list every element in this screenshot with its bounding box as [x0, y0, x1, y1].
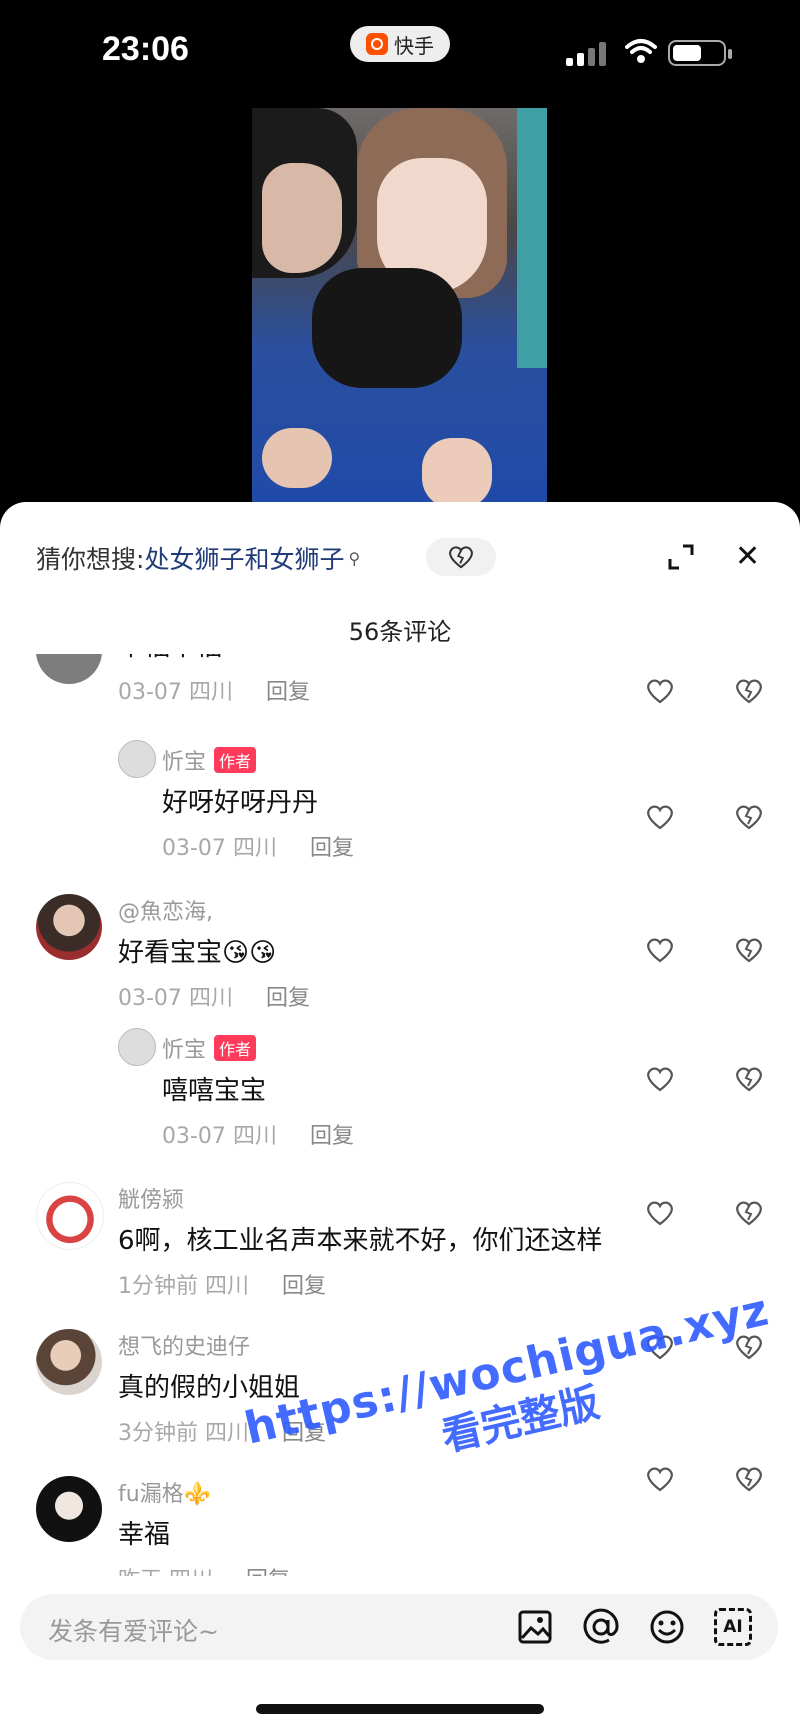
avatar[interactable]: [36, 1182, 104, 1250]
comment-count: 56条评论: [348, 618, 452, 646]
battery-icon: [668, 40, 732, 66]
wifi-icon: [625, 39, 657, 63]
search-prefix: 猜你想搜:: [36, 545, 145, 574]
comment-text: 真的假的小姐姐: [118, 1373, 301, 1403]
dislike-icon[interactable]: [735, 1066, 763, 1092]
comment-meta: 03-07 四川 回复: [118, 674, 310, 706]
search-query[interactable]: 处女狮子和女狮子: [144, 540, 344, 576]
comment-placeholder: 发条有爱评论~: [48, 1617, 219, 1646]
comment-location: 四川: [205, 1421, 250, 1446]
author-name: 忻宝: [162, 1038, 207, 1063]
reply-button[interactable]: 回复: [246, 1568, 290, 1576]
comment-location: 四川: [232, 1124, 277, 1149]
home-indicator[interactable]: [256, 1704, 544, 1714]
avatar[interactable]: [36, 894, 102, 960]
comment-date: 3分钟前: [118, 1421, 198, 1446]
status-bar: 23:06 快手: [0, 0, 800, 100]
dislike-icon[interactable]: [735, 1200, 763, 1226]
author-name: 想飞的史迪仔: [118, 1335, 251, 1360]
author-name: 忻宝: [162, 750, 207, 775]
comment-location: 四川: [188, 680, 233, 705]
comment-author[interactable]: @魚恋海,: [118, 894, 213, 926]
author-badge: 作者: [214, 1035, 257, 1061]
emoji-icon[interactable]: [648, 1608, 686, 1646]
comment-text: 嘻嘻宝宝: [162, 1076, 267, 1106]
avatar[interactable]: [36, 654, 102, 684]
app-indicator-pill[interactable]: 快手: [350, 26, 450, 62]
comment-meta: 昨天 四川 回复: [118, 1562, 290, 1576]
comment-meta: 03-07 四川 回复: [162, 830, 354, 862]
comment-date: 03-07: [162, 1124, 226, 1149]
dislike-icon[interactable]: [735, 804, 763, 830]
comment-author[interactable]: 忻宝 作者: [162, 1032, 257, 1064]
status-time: 23:06: [102, 30, 189, 68]
comment-list[interactable]: 幸福幸福 03-07 四川 回复 忻宝 作者 好呀好呀丹丹 03-07 四川 回…: [0, 654, 800, 1576]
like-icon[interactable]: [646, 1334, 674, 1360]
comment-text: 好呀好呀丹丹: [162, 788, 319, 818]
avatar[interactable]: [118, 740, 156, 778]
heart-break-icon: [449, 546, 473, 569]
comment-meta: 03-07 四川 回复: [118, 980, 310, 1012]
avatar[interactable]: [36, 1476, 102, 1542]
app-name: 快手: [394, 33, 434, 58]
avatar[interactable]: [36, 1329, 102, 1395]
dislike-icon[interactable]: [735, 1334, 763, 1360]
author-name: 觥傍颍: [118, 1188, 185, 1213]
dislike-icon[interactable]: [735, 1466, 763, 1492]
heart-break-chip[interactable]: [426, 538, 496, 576]
comment-date: 03-07: [118, 986, 182, 1011]
image-icon[interactable]: [516, 1608, 554, 1646]
search-icon: ⚲: [348, 548, 361, 568]
dislike-icon[interactable]: [735, 678, 763, 704]
kuaishou-logo-icon: [366, 33, 388, 55]
author-badge: 作者: [214, 747, 257, 773]
comment-text: 好看宝宝😘😘: [118, 938, 277, 968]
author-name: @魚恋海,: [118, 900, 213, 925]
like-icon[interactable]: [646, 1200, 674, 1226]
reply-button[interactable]: 回复: [266, 986, 310, 1011]
at-icon[interactable]: [582, 1608, 620, 1646]
comment-text: 幸福: [118, 1520, 171, 1550]
comment-location: 四川: [205, 1274, 250, 1299]
video-frame[interactable]: [252, 108, 547, 508]
comment-meta: 1分钟前 四川 回复: [118, 1268, 326, 1300]
reply-button[interactable]: 回复: [282, 1274, 326, 1299]
expand-icon[interactable]: [668, 544, 694, 570]
comment-meta: 03-07 四川 回复: [162, 1118, 354, 1150]
comment-meta: 3分钟前 四川 回复: [118, 1415, 326, 1447]
close-icon[interactable]: ✕: [735, 542, 760, 572]
comment-date: 昨天: [118, 1568, 162, 1576]
comment-author[interactable]: 想飞的史迪仔: [118, 1329, 250, 1361]
comment-author[interactable]: fu漏格⚜️: [118, 1476, 211, 1508]
signal-icon: [566, 42, 606, 66]
like-icon[interactable]: [646, 678, 674, 704]
avatar[interactable]: [118, 1028, 156, 1066]
comment-input[interactable]: 发条有爱评论~ AI: [20, 1594, 778, 1660]
reply-button[interactable]: 回复: [282, 1421, 326, 1446]
like-icon[interactable]: [646, 1466, 674, 1492]
search-suggestion[interactable]: 猜你想搜: 处女狮子和女狮子 ⚲: [36, 538, 360, 578]
like-icon[interactable]: [646, 937, 674, 963]
comment-date: 1分钟前: [118, 1274, 198, 1299]
comment-location: 四川: [169, 1568, 213, 1576]
comment-location: 四川: [188, 986, 233, 1011]
ai-label: AI: [723, 1617, 743, 1637]
reply-button[interactable]: 回复: [266, 680, 310, 705]
comment-date: 03-07: [162, 836, 226, 861]
author-name: fu漏格⚜️: [118, 1482, 212, 1507]
ai-icon[interactable]: AI: [714, 1608, 752, 1646]
reply-button[interactable]: 回复: [310, 1124, 354, 1149]
like-icon[interactable]: [646, 1066, 674, 1092]
comment-text: 幸福幸福: [118, 654, 222, 663]
reply-button[interactable]: 回复: [310, 836, 354, 861]
comment-author[interactable]: 忻宝 作者: [162, 744, 257, 776]
comment-location: 四川: [232, 836, 277, 861]
comment-author[interactable]: 觥傍颍: [118, 1182, 184, 1214]
comment-sheet: 猜你想搜: 处女狮子和女狮子 ⚲ ✕ 56条评论 幸福幸福 03-07 四川 回…: [0, 502, 800, 1733]
dislike-icon[interactable]: [735, 937, 763, 963]
comment-date: 03-07: [118, 680, 182, 705]
like-icon[interactable]: [646, 804, 674, 830]
comment-composer: 发条有爱评论~ AI: [0, 1576, 800, 1733]
comment-text: 6啊，核工业名声本来就不好，你们还这样: [118, 1226, 603, 1256]
